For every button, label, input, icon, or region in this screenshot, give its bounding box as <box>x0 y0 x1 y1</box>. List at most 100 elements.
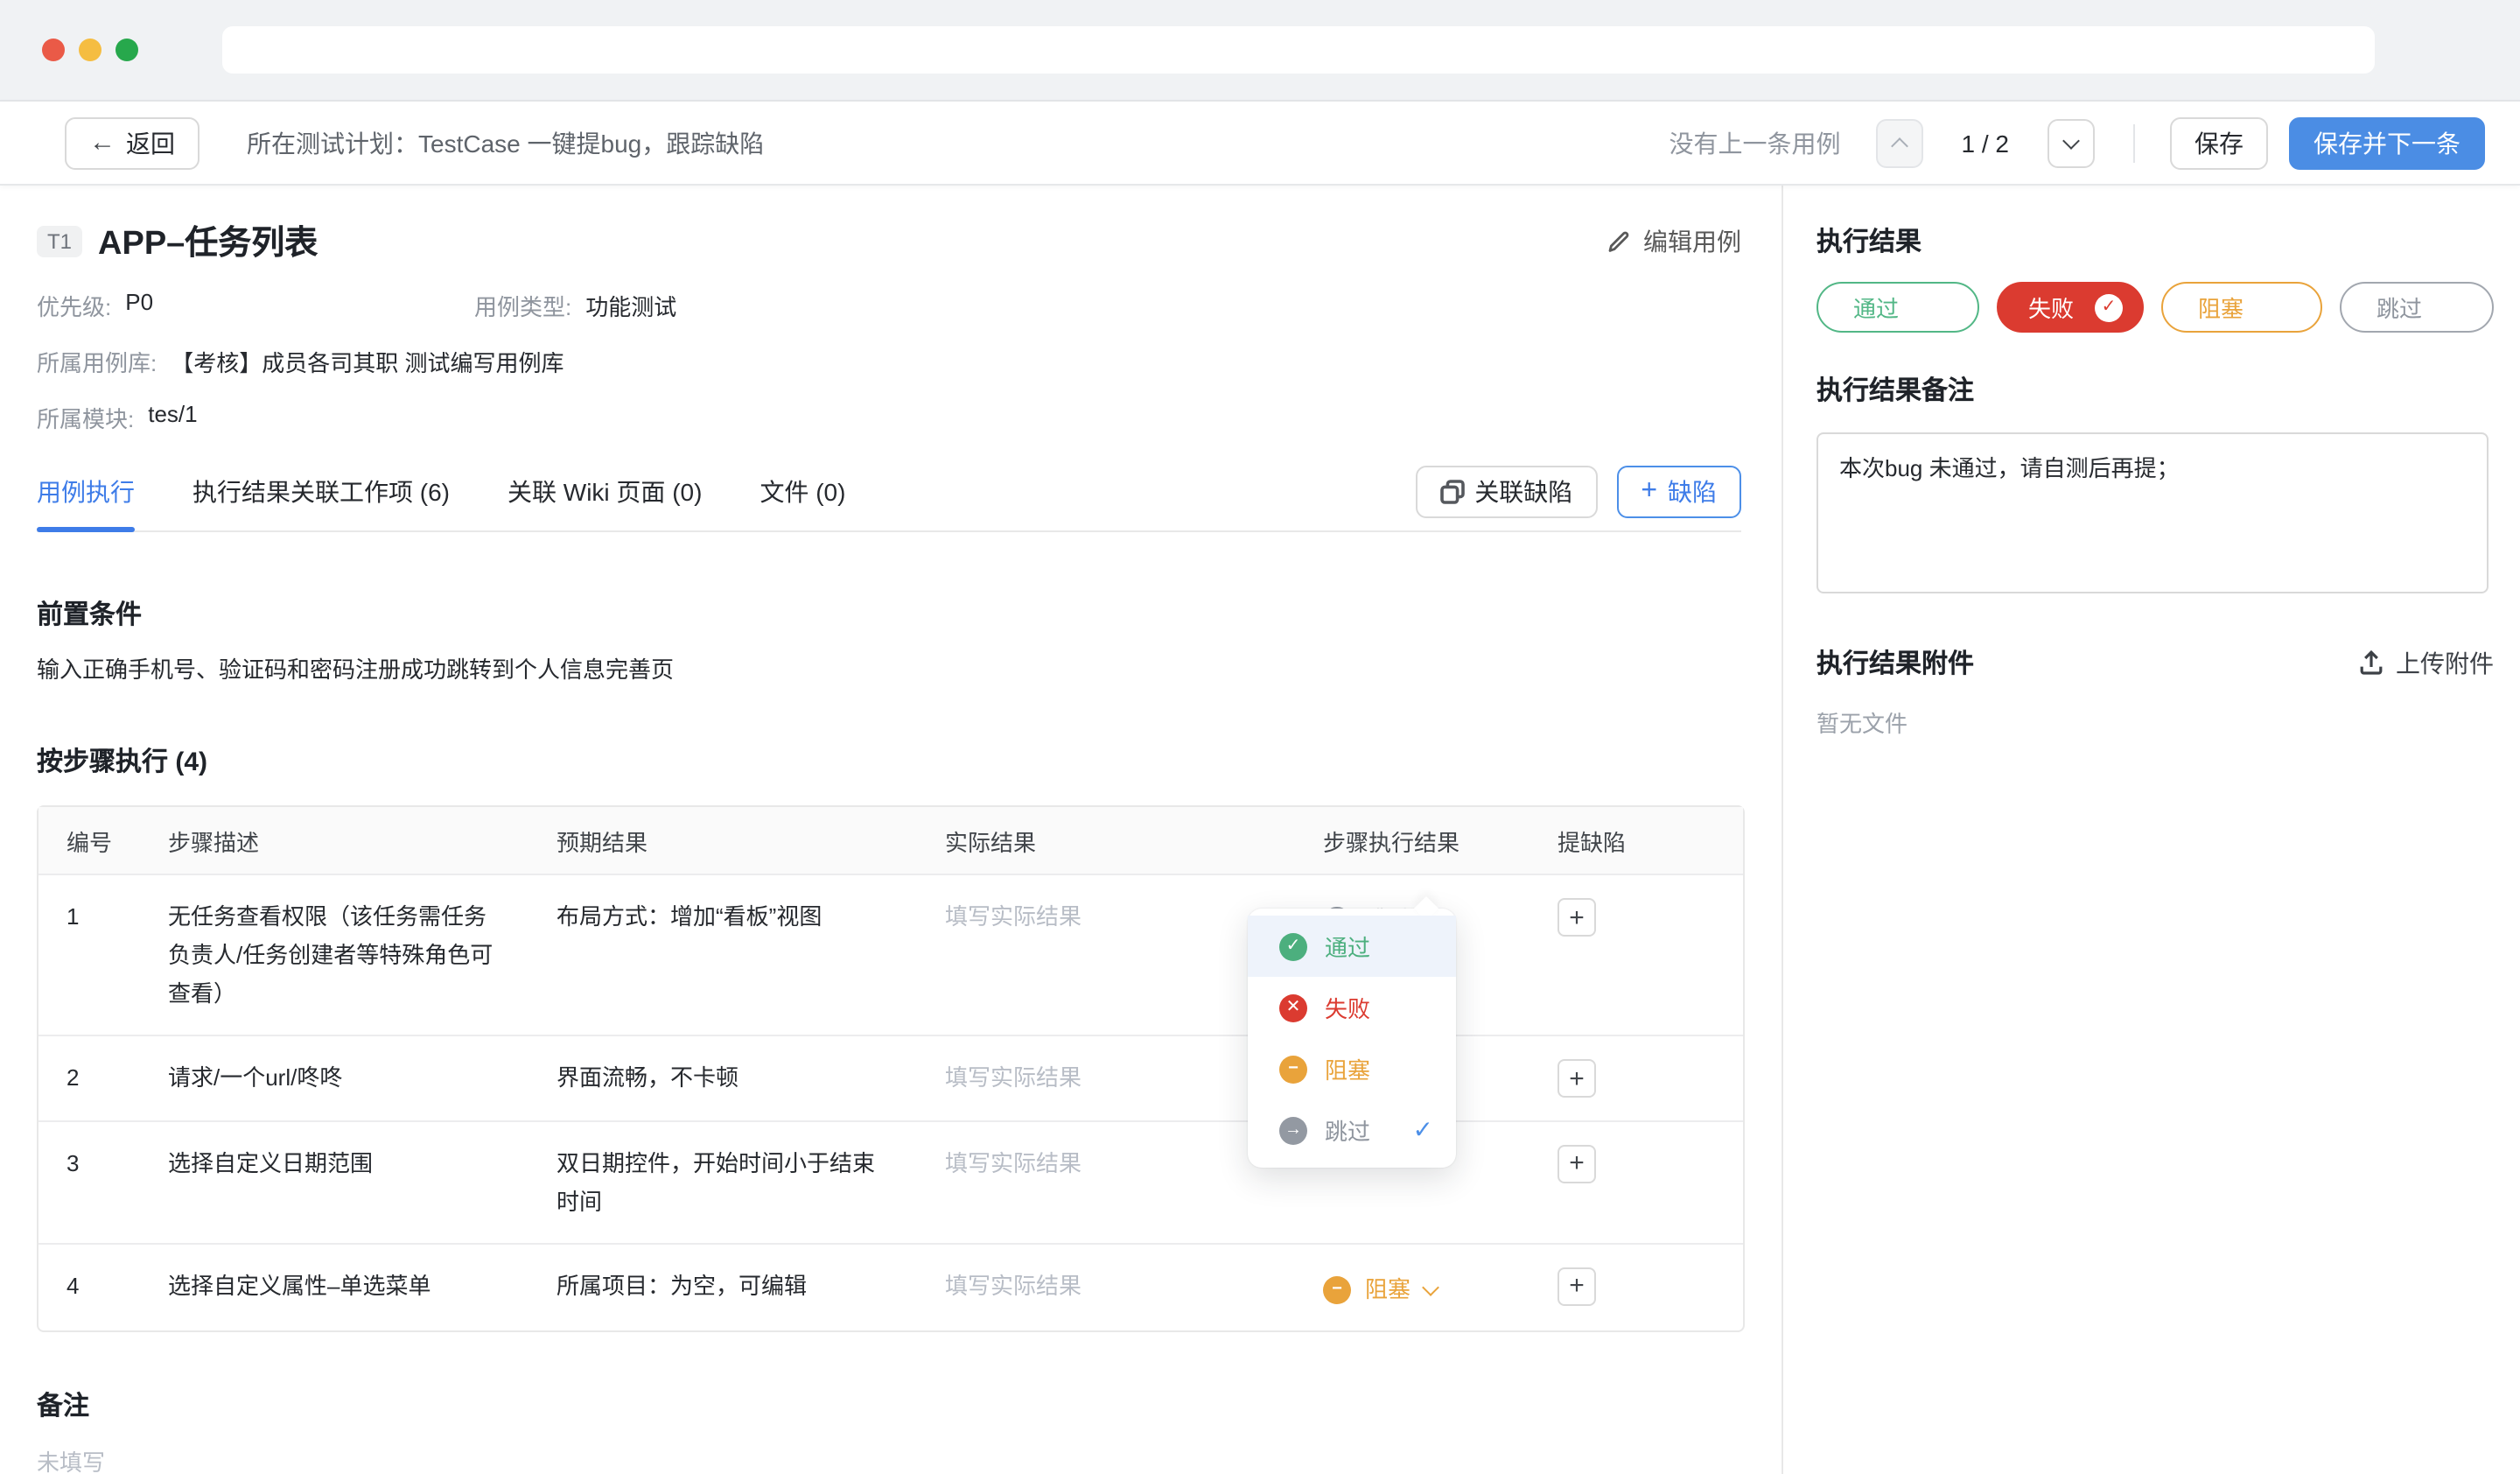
case-id-badge: T1 <box>37 225 82 256</box>
edit-case-link[interactable]: 编辑用例 <box>1606 223 1741 258</box>
step-result-value: 阻塞 <box>1365 1270 1410 1309</box>
save-button[interactable]: 保存 <box>2170 116 2268 169</box>
result-pill-block[interactable]: 阻塞 <box>2161 282 2322 333</box>
toolbar: ← 返回 所在测试计划：TestCase 一键提bug，跟踪缺陷 没有上一条用例… <box>0 102 2520 186</box>
result-pill-fail[interactable]: 失败 ✓ <box>1997 282 2144 333</box>
save-and-next-button[interactable]: 保存并下一条 <box>2289 116 2485 169</box>
module-value: tes/1 <box>148 401 197 434</box>
case-title: APP–任务列表 <box>98 217 318 264</box>
back-arrow-icon: ← <box>89 128 116 158</box>
step-actual-input[interactable]: 填写实际结果 <box>917 1035 1295 1120</box>
link-defect-button[interactable]: 关联缺陷 <box>1415 465 1597 517</box>
dropdown-option-block[interactable]: − 阻塞 <box>1248 1038 1456 1099</box>
step-expected: 布局方式：增加“看板”视图 <box>528 874 917 1035</box>
step-row-3: 3 选择自定义日期范围 双日期控件，开始时间小于结束时间 填写实际结果 + <box>38 1120 1743 1242</box>
case-pager: 1 / 2 <box>1962 129 2010 157</box>
case-meta: 优先级: P0 用例类型: 功能测试 所属用例库: 【考核】成员各司其职 测试编… <box>37 289 1741 434</box>
execution-result-heading: 执行结果 <box>1816 222 2494 259</box>
raise-defect-button[interactable]: + <box>1558 898 1596 937</box>
tab-linked-wiki-pages[interactable]: 关联 Wiki 页面 (0) <box>508 452 702 530</box>
previous-case-button[interactable] <box>1876 118 1923 167</box>
raise-defect-button[interactable]: + <box>1558 1059 1596 1098</box>
save-next-label: 保存并下一条 <box>2314 125 2460 160</box>
chevron-up-icon <box>1891 137 1908 155</box>
steps-table: 编号 步骤描述 预期结果 实际结果 步骤执行结果 提缺陷 1 无任务查看权限（该… <box>37 805 1745 1331</box>
plus-icon: + <box>1569 1150 1585 1176</box>
step-row-1: 1 无任务查看权限（该任务需任务负责人/任务创建者等特殊角色可查看） 布局方式：… <box>38 874 1743 1035</box>
result-pill-skip[interactable]: 跳过 <box>2340 282 2494 333</box>
dropdown-option-label: 跳过 <box>1325 1113 1370 1147</box>
window-controls <box>42 39 138 61</box>
col-step-result: 步骤执行结果 <box>1295 807 1530 874</box>
plus-icon: + <box>1569 1065 1585 1091</box>
case-type-label: 用例类型: <box>474 289 571 322</box>
address-bar[interactable] <box>222 26 2375 74</box>
step-number: 3 <box>38 1120 140 1242</box>
raise-defect-button[interactable]: + <box>1558 1267 1596 1305</box>
step-number: 2 <box>38 1035 140 1120</box>
dropdown-option-skip[interactable]: → 跳过 ✓ <box>1248 1099 1456 1161</box>
step-description: 无任务查看权限（该任务需任务负责人/任务创建者等特殊角色可查看） <box>140 874 528 1035</box>
step-actual-input[interactable]: 填写实际结果 <box>917 1242 1295 1330</box>
edit-case-label: 编辑用例 <box>1643 223 1741 258</box>
step-actual-input[interactable]: 填写实际结果 <box>917 874 1295 1035</box>
plus-icon: + <box>1569 904 1585 930</box>
main-pane: T1 APP–任务列表 编辑用例 优先级: P0 用例类型: 功能测试 <box>0 186 1782 1474</box>
next-case-button[interactable] <box>2048 118 2095 167</box>
side-pane: 执行结果 通过 失败 ✓ 阻塞 跳过 执行结果备注 本次bug 未通过，请自测后… <box>1782 186 2520 1474</box>
save-label: 保存 <box>2194 125 2244 160</box>
step-expected: 所属项目：为空，可编辑 <box>528 1242 917 1330</box>
module-label: 所属模块: <box>37 401 134 434</box>
dropdown-option-pass[interactable]: ✓ 通过 <box>1248 916 1456 977</box>
step-actual-input[interactable]: 填写实际结果 <box>917 1120 1295 1242</box>
library-value: 【考核】成员各司其职 测试编写用例库 <box>171 345 564 378</box>
step-result-select[interactable]: − 阻塞 <box>1323 1270 1437 1309</box>
pass-icon: ✓ <box>1279 932 1307 960</box>
library-label: 所属用例库: <box>37 345 157 378</box>
dropdown-option-label: 失败 <box>1325 991 1370 1024</box>
pencil-icon <box>1606 228 1631 253</box>
notes-heading: 备注 <box>37 1386 1741 1422</box>
toolbar-divider <box>2133 123 2135 162</box>
new-defect-button[interactable]: + 缺陷 <box>1616 465 1741 517</box>
content: T1 APP–任务列表 编辑用例 优先级: P0 用例类型: 功能测试 <box>0 186 2520 1474</box>
link-defect-label: 关联缺陷 <box>1474 474 1572 509</box>
notes-empty-text: 未填写 <box>37 1443 1741 1474</box>
attachment-heading: 执行结果附件 <box>1816 644 1974 681</box>
chevron-down-icon <box>1422 1278 1439 1295</box>
close-window-icon[interactable] <box>42 39 65 61</box>
step-expected: 双日期控件，开始时间小于结束时间 <box>528 1120 917 1242</box>
result-pill-label: 通过 <box>1853 291 1899 324</box>
execution-result-options: 通过 失败 ✓ 阻塞 跳过 <box>1816 282 2494 333</box>
app-window: ← 返回 所在测试计划：TestCase 一键提bug，跟踪缺陷 没有上一条用例… <box>0 0 2520 1474</box>
no-files-text: 暂无文件 <box>1816 705 2494 739</box>
link-defect-icon <box>1439 479 1464 503</box>
minimize-window-icon[interactable] <box>79 39 102 61</box>
remark-textarea[interactable]: 本次bug 未通过，请自测后再提； <box>1816 432 2488 593</box>
selected-check-icon: ✓ <box>1413 1115 1433 1145</box>
raise-defect-button[interactable]: + <box>1558 1144 1596 1183</box>
maximize-window-icon[interactable] <box>116 39 138 61</box>
no-previous-hint: 没有上一条用例 <box>1670 125 1841 160</box>
dropdown-option-label: 阻塞 <box>1325 1052 1370 1085</box>
upload-icon <box>2359 649 2384 676</box>
precondition-heading: 前置条件 <box>37 595 1741 632</box>
tabs: 用例执行 执行结果关联工作项 (6) 关联 Wiki 页面 (0) 文件 (0)… <box>37 452 1741 532</box>
dropdown-option-label: 通过 <box>1325 930 1370 963</box>
result-pill-pass[interactable]: 通过 <box>1816 282 1979 333</box>
block-icon: − <box>1323 1275 1351 1303</box>
steps-heading: 按步骤执行 (4) <box>37 742 1741 779</box>
tab-case-execution[interactable]: 用例执行 <box>37 452 135 530</box>
step-description: 选择自定义日期范围 <box>140 1120 528 1242</box>
upload-attachment-link[interactable]: 上传附件 <box>2359 645 2494 680</box>
precondition-text: 输入正确手机号、验证码和密码注册成功跳转到个人信息完善页 <box>37 651 1741 684</box>
dropdown-option-fail[interactable]: ✕ 失败 <box>1248 977 1456 1038</box>
tab-files[interactable]: 文件 (0) <box>760 452 845 530</box>
case-type-value: 功能测试 <box>585 289 676 322</box>
back-button[interactable]: ← 返回 <box>65 116 200 169</box>
tab-linked-work-items[interactable]: 执行结果关联工作项 (6) <box>192 452 450 530</box>
new-defect-label: 缺陷 <box>1668 474 1717 509</box>
test-plan-label: 所在测试计划：TestCase 一键提bug，跟踪缺陷 <box>247 125 764 160</box>
result-pill-label: 阻塞 <box>2198 291 2244 324</box>
result-pill-label: 跳过 <box>2376 291 2422 324</box>
